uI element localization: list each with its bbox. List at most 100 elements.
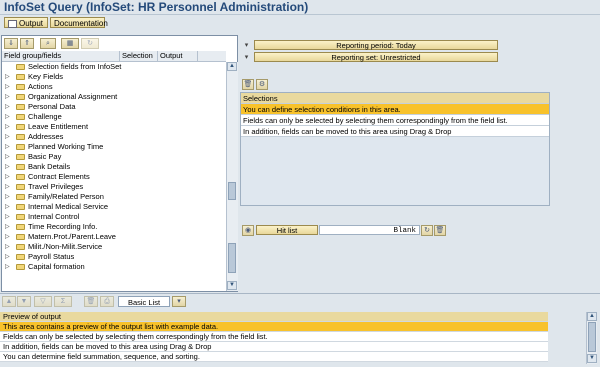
expand-arrow-icon[interactable]: ▷ [5, 212, 10, 222]
hitlist-button[interactable]: Hit list [256, 225, 318, 235]
expand-arrow-icon[interactable]: ▷ [5, 82, 10, 92]
folder-icon [16, 154, 25, 160]
output-button[interactable]: Output [4, 17, 48, 28]
expand-arrow-icon[interactable]: ▷ [5, 232, 10, 242]
expand-arrow-icon[interactable]: ▷ [5, 262, 10, 272]
folder-icon [16, 114, 25, 120]
tree-item-label: Capital formation [28, 262, 85, 271]
expand-arrow-icon[interactable]: ▷ [5, 92, 10, 102]
selections-line-2: Fields can only be selected by selecting… [241, 115, 549, 126]
tree-item[interactable]: ▷ Basic Pay [2, 152, 226, 162]
pv-sort-up-button[interactable]: ▲ [2, 296, 16, 307]
hitlist-delete-button[interactable]: 🗑 [434, 225, 446, 236]
tree-item[interactable]: ▷ Key Fields [2, 72, 226, 82]
tree-item-label: Basic Pay [28, 152, 62, 161]
expand-arrow-icon[interactable]: ▷ [5, 132, 10, 142]
pv-delete-button[interactable]: 🗑 [84, 296, 98, 307]
tree-item[interactable]: ▷ Contract Elements [2, 172, 226, 182]
tree-item[interactable]: ▷ Travel Privileges [2, 182, 226, 192]
find-button[interactable]: ⌕ [40, 38, 56, 49]
preview-scrollbar[interactable]: ▲ ▼ [586, 312, 597, 364]
sel-delete-button[interactable]: 🗑 [242, 79, 254, 90]
output-label: Output [19, 19, 44, 28]
pv-filter-button[interactable]: ▽ [34, 296, 52, 307]
tree-item[interactable]: ▷ Addresses [2, 132, 226, 142]
tree-item[interactable]: ▷ Capital formation [2, 262, 226, 272]
expand-all-button[interactable]: ⇓ [4, 38, 18, 49]
count-icon: ◉ [244, 227, 252, 234]
tree-item[interactable]: ▷ Family/Related Person [2, 192, 226, 202]
expand-arrow-icon[interactable]: ▷ [5, 122, 10, 132]
field-tree-panel: ⇓ ⇑ ⌕ ▦ ↻ Field group/fields Selection O… [1, 35, 238, 292]
expand-arrow-icon[interactable]: ▷ [5, 242, 10, 252]
tree-item[interactable]: Selection fields from InfoSet [2, 62, 226, 72]
hitlist-refresh-button[interactable]: ↻ [421, 225, 433, 236]
expand-arrow-icon[interactable]: ▷ [5, 172, 10, 182]
tree-item[interactable]: ▷ Actions [2, 82, 226, 92]
print-icon: ⎙ [104, 298, 110, 305]
preview-scroll-up-icon[interactable]: ▲ [587, 312, 597, 321]
tree-item[interactable]: ▷ Leave Entitlement [2, 122, 226, 132]
pv-sum-button[interactable]: Σ [54, 296, 72, 307]
reporting-period-bar[interactable]: Reporting period: Today [254, 40, 498, 50]
pv-print-button[interactable]: ⎙ [100, 296, 114, 307]
pv-sort-down-button[interactable]: ▼ [17, 296, 31, 307]
tree-item[interactable]: ▷ Organizational Assignment [2, 92, 226, 102]
selections-area[interactable]: Selections You can define selection cond… [240, 92, 550, 206]
expand-arrow-icon[interactable]: ▷ [5, 142, 10, 152]
tree-item-label: Internal Medical Service [28, 202, 109, 211]
tree-item[interactable]: ▷ Time Recording Info. [2, 222, 226, 232]
layout-button[interactable]: ▦ [61, 38, 79, 49]
sel-options-button[interactable]: ⚙ [256, 79, 268, 90]
preview-scroll-thumb[interactable] [588, 322, 596, 352]
tree-item-label: Time Recording Info. [28, 222, 98, 231]
table-icon: ▦ [66, 40, 74, 47]
tree-item[interactable]: ▷ Internal Control [2, 212, 226, 222]
expand-arrow-icon[interactable]: ▷ [5, 252, 10, 262]
expand-arrow-icon[interactable]: ▷ [5, 112, 10, 122]
preview-scroll-down-icon[interactable]: ▼ [587, 354, 597, 363]
expand-arrow-icon[interactable]: ▷ [5, 102, 10, 112]
tree-scrollbar[interactable]: ▲ ▼ [226, 62, 238, 291]
scroll-up-icon[interactable]: ▲ [227, 62, 237, 71]
expand-arrow-icon[interactable]: ▷ [5, 162, 10, 172]
refresh-button[interactable]: ↻ [81, 38, 99, 49]
expand-arrow-icon[interactable]: ▷ [5, 72, 10, 82]
tree-item[interactable]: ▷ Challenge [2, 112, 226, 122]
scroll-down-icon[interactable]: ▼ [227, 281, 237, 290]
preview-line-1: This area contains a preview of the outp… [0, 322, 548, 332]
preview-line-2: Fields can only be selected by selecting… [0, 332, 548, 342]
collapse-all-button[interactable]: ⇑ [20, 38, 34, 49]
scroll-thumb-lower[interactable] [228, 243, 236, 273]
reporting-set-bar[interactable]: Reporting set: Unrestricted [254, 52, 498, 62]
folder-icon [16, 144, 25, 150]
tree-item[interactable]: ▷ Matern.Prot./Parent.Leave [2, 232, 226, 242]
find-icon: ⌕ [46, 40, 50, 47]
folder-icon [16, 134, 25, 140]
tree-item-label: Personal Data [28, 102, 76, 111]
expand-arrow-icon[interactable]: ▷ [5, 222, 10, 232]
tree-item[interactable]: ▷ Bank Details [2, 162, 226, 172]
tree-item-label: Contract Elements [28, 172, 90, 181]
output-icon [8, 19, 17, 28]
tree-item[interactable]: ▷ Payroll Status [2, 252, 226, 262]
list-type-dropdown-button[interactable]: ▾ [172, 296, 186, 307]
documentation-label: Documentation [54, 19, 108, 28]
hitlist-icon[interactable]: ◉ [242, 225, 254, 236]
expand-arrow-icon[interactable]: ▷ [5, 202, 10, 212]
tree-item[interactable]: ▷ Internal Medical Service [2, 202, 226, 212]
col-output: Output [158, 51, 198, 61]
preview-toolbar: ▲ ▼ ▽ Σ 🗑 ⎙ Basic List ▾ [2, 296, 302, 308]
expand-arrow-icon[interactable]: ▷ [5, 152, 10, 162]
folder-icon [16, 104, 25, 110]
expand-arrow-icon[interactable]: ▷ [5, 192, 10, 202]
scroll-thumb[interactable] [228, 182, 236, 200]
expand-arrow-icon[interactable]: ▷ [5, 182, 10, 192]
documentation-button[interactable]: Documentation [50, 17, 108, 28]
tree-toolbar: ⇓ ⇑ ⌕ ▦ ↻ [4, 38, 124, 50]
list-type-select[interactable]: Basic List [118, 296, 170, 307]
tree-item[interactable]: ▷ Milit./Non-Milit.Service [2, 242, 226, 252]
tree-item[interactable]: ▷ Planned Working Time [2, 142, 226, 152]
tree-item[interactable]: ▷ Personal Data [2, 102, 226, 112]
tree-item-label: Travel Privileges [28, 182, 84, 191]
